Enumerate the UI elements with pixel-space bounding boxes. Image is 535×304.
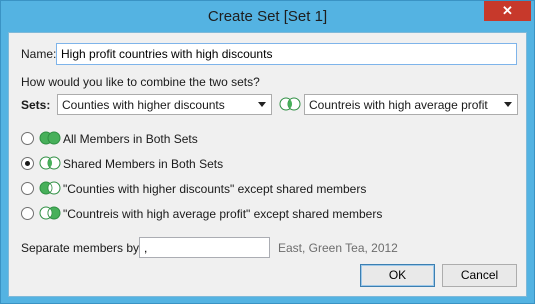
- close-icon: ✕: [502, 3, 513, 18]
- sets-label: Sets:: [21, 98, 51, 112]
- cancel-button[interactable]: Cancel: [442, 264, 517, 287]
- dialog-body: Name: How would you like to combine the …: [8, 32, 527, 297]
- radio-all-members[interactable]: [21, 132, 34, 145]
- name-input[interactable]: [56, 43, 517, 65]
- option-all-members-label[interactable]: All Members in Both Sets: [63, 132, 198, 146]
- option-shared-members-label[interactable]: Shared Members in Both Sets: [63, 157, 223, 171]
- separator-label: Separate members by:: [21, 241, 143, 255]
- dialog-title: Create Set [Set 1]: [207, 8, 328, 25]
- separator-example: East, Green Tea, 2012: [278, 241, 398, 255]
- venn-union-icon: [39, 131, 61, 145]
- close-button[interactable]: ✕: [484, 1, 531, 21]
- ok-button[interactable]: OK: [360, 264, 435, 287]
- venn-right-only-icon: [39, 206, 61, 220]
- radio-left-except-shared[interactable]: [21, 182, 34, 195]
- chevron-down-icon: [504, 102, 512, 107]
- option-right-except-label[interactable]: "Countreis with high average profit" exc…: [63, 207, 382, 221]
- set-b-value: Countreis with high average profit: [309, 98, 488, 112]
- separator-input[interactable]: [139, 237, 270, 258]
- set-a-dropdown[interactable]: Counties with higher discounts: [57, 94, 272, 115]
- title-bar[interactable]: Create Set [Set 1] ✕: [1, 1, 534, 32]
- radio-shared-members[interactable]: [21, 157, 34, 170]
- dialog-window: Create Set [Set 1] ✕ Name: How would you…: [0, 0, 535, 304]
- venn-left-only-icon: [39, 181, 61, 195]
- combine-question: How would you like to combine the two se…: [21, 75, 260, 89]
- venn-swap-icon[interactable]: [279, 97, 301, 111]
- chevron-down-icon: [258, 102, 266, 107]
- set-a-value: Counties with higher discounts: [62, 98, 225, 112]
- radio-right-except-shared[interactable]: [21, 207, 34, 220]
- option-left-except-label[interactable]: "Counties with higher discounts" except …: [63, 182, 366, 196]
- set-b-dropdown[interactable]: Countreis with high average profit: [304, 94, 518, 115]
- name-label: Name:: [21, 47, 57, 61]
- venn-intersection-icon: [39, 156, 61, 170]
